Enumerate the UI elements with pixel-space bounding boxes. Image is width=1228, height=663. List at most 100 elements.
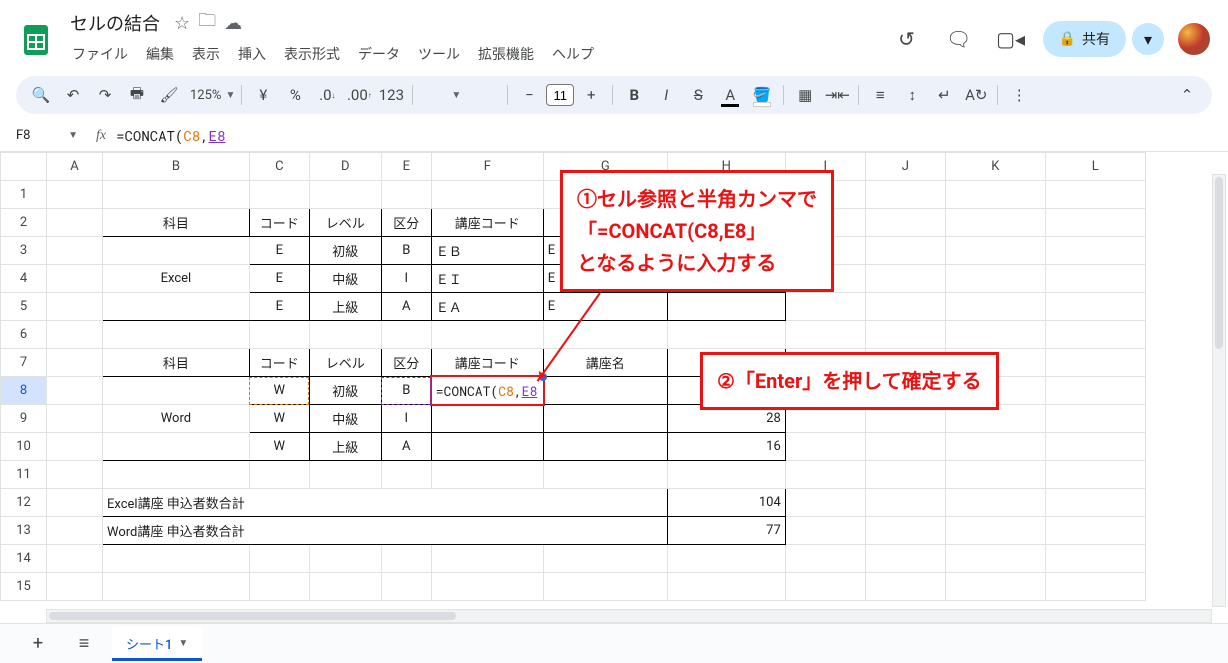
cell-C10[interactable]: W	[249, 433, 309, 461]
cell-F3[interactable]: ＥＢ	[431, 237, 543, 265]
row-header-6[interactable]: 6	[1, 321, 47, 349]
cell-K11[interactable]	[945, 461, 1045, 489]
font-select[interactable]: ▼	[419, 90, 501, 101]
cell-A5[interactable]	[47, 293, 103, 321]
cell-C14[interactable]	[249, 545, 309, 573]
cell-B2[interactable]: 科目	[103, 209, 250, 237]
cell-E11[interactable]	[381, 461, 431, 489]
cell-C11[interactable]	[249, 461, 309, 489]
redo-icon[interactable]: ↷	[90, 80, 120, 110]
cell-A10[interactable]	[47, 433, 103, 461]
cell-L3[interactable]	[1045, 237, 1145, 265]
cell-I11[interactable]	[785, 461, 865, 489]
formula-input[interactable]: =CONCAT(C8,E8	[116, 122, 1228, 149]
cell-F2[interactable]: 講座コード	[431, 209, 543, 237]
cell-C13[interactable]	[249, 517, 309, 545]
select-all-corner[interactable]	[1, 153, 47, 181]
cell-L5[interactable]	[1045, 293, 1145, 321]
wrap-icon[interactable]: ↵	[929, 80, 959, 110]
cell-K6[interactable]	[945, 321, 1045, 349]
menu-help[interactable]: ヘルプ	[544, 40, 602, 68]
cell-E3[interactable]: B	[381, 237, 431, 265]
cell-B11[interactable]	[103, 461, 250, 489]
decrease-decimal-icon[interactable]: .0↓	[312, 80, 342, 110]
cell-I14[interactable]	[785, 545, 865, 573]
cell-I6[interactable]	[785, 321, 865, 349]
cell-H13[interactable]: 77	[667, 517, 785, 545]
cell-H12[interactable]: 104	[667, 489, 785, 517]
cell-K15[interactable]	[945, 573, 1045, 601]
row-header-4[interactable]: 4	[1, 265, 47, 293]
cell-G10[interactable]	[543, 433, 667, 461]
cell-D2[interactable]: レベル	[309, 209, 381, 237]
cell-G7[interactable]: 講座名	[543, 349, 667, 377]
cell-L13[interactable]	[1045, 517, 1145, 545]
col-header-F[interactable]: F	[431, 153, 543, 181]
cell-K1[interactable]	[945, 181, 1045, 209]
col-header-K[interactable]: K	[945, 153, 1045, 181]
col-header-L[interactable]: L	[1045, 153, 1145, 181]
avatar[interactable]	[1176, 21, 1212, 57]
cell-E4[interactable]: I	[381, 265, 431, 293]
cell-A8[interactable]	[47, 377, 103, 405]
cell-E5[interactable]: A	[381, 293, 431, 321]
cell-E13[interactable]	[381, 517, 431, 545]
cell-B14[interactable]	[103, 545, 250, 573]
cell-E8[interactable]: B	[381, 377, 431, 405]
strikethrough-icon[interactable]: S	[683, 80, 713, 110]
collapse-toolbar-icon[interactable]: ⌃	[1172, 80, 1202, 110]
menu-file[interactable]: ファイル	[64, 40, 136, 68]
cell-J2[interactable]	[865, 209, 945, 237]
cell-D14[interactable]	[309, 545, 381, 573]
col-header-B[interactable]: B	[103, 153, 250, 181]
vertical-scrollbar[interactable]	[1212, 174, 1226, 607]
cell-C9[interactable]: W	[249, 405, 309, 433]
cell-A7[interactable]	[47, 349, 103, 377]
cell-J11[interactable]	[865, 461, 945, 489]
text-color-icon[interactable]: A	[715, 80, 745, 110]
col-header-D[interactable]: D	[309, 153, 381, 181]
cell-B7[interactable]: 科目	[103, 349, 250, 377]
row-header-7[interactable]: 7	[1, 349, 47, 377]
cell-E1[interactable]	[381, 181, 431, 209]
cell-I10[interactable]	[785, 433, 865, 461]
merge-icon[interactable]: ⇥⇤	[822, 80, 852, 110]
cell-H15[interactable]	[667, 573, 785, 601]
cell-H5[interactable]	[667, 293, 785, 321]
italic-icon[interactable]: I	[651, 80, 681, 110]
cell-L8[interactable]	[1045, 377, 1145, 405]
cell-K10[interactable]	[945, 433, 1045, 461]
cell-F8[interactable]: =CONCAT(C8,E8	[431, 377, 543, 405]
cell-A11[interactable]	[47, 461, 103, 489]
percent-icon[interactable]: %	[280, 80, 310, 110]
cell-D11[interactable]	[309, 461, 381, 489]
sheets-logo[interactable]	[16, 19, 56, 59]
cell-A1[interactable]	[47, 181, 103, 209]
row-header-13[interactable]: 13	[1, 517, 47, 545]
share-dropdown[interactable]: ▾	[1132, 23, 1164, 55]
cell-I12[interactable]	[785, 489, 865, 517]
cell-F14[interactable]	[431, 545, 543, 573]
cell-J15[interactable]	[865, 573, 945, 601]
row-header-5[interactable]: 5	[1, 293, 47, 321]
cell-F12[interactable]	[431, 489, 543, 517]
cell-G8[interactable]	[543, 377, 667, 405]
cell-D15[interactable]	[309, 573, 381, 601]
cell-G15[interactable]	[543, 573, 667, 601]
cell-C3[interactable]: E	[249, 237, 309, 265]
cell-B6[interactable]	[103, 321, 250, 349]
cell-K3[interactable]	[945, 237, 1045, 265]
cell-K12[interactable]	[945, 489, 1045, 517]
cell-D9[interactable]: 中級	[309, 405, 381, 433]
currency-icon[interactable]: ¥	[248, 80, 278, 110]
cell-H10[interactable]: 16	[667, 433, 785, 461]
cell-L15[interactable]	[1045, 573, 1145, 601]
cell-B8[interactable]	[103, 377, 250, 405]
bold-icon[interactable]: B	[619, 80, 649, 110]
cell-D13[interactable]	[309, 517, 381, 545]
row-header-15[interactable]: 15	[1, 573, 47, 601]
more-icon[interactable]: ⋮	[1004, 80, 1034, 110]
horizontal-scrollbar[interactable]	[46, 609, 1212, 623]
cell-L9[interactable]	[1045, 405, 1145, 433]
cell-L2[interactable]	[1045, 209, 1145, 237]
